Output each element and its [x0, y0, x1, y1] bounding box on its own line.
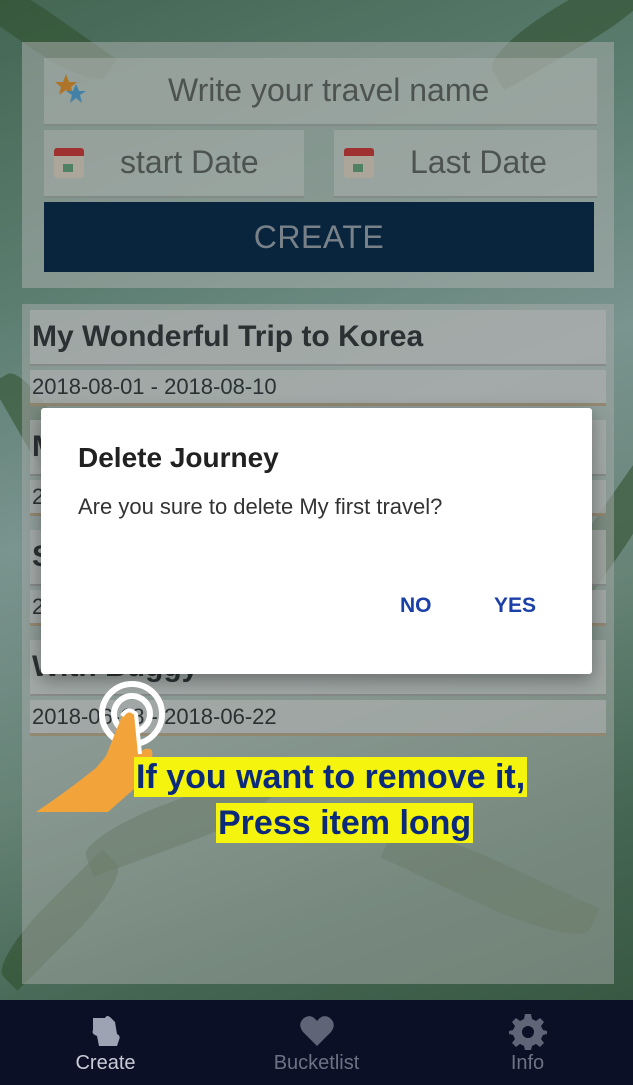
tap-hand-icon [36, 676, 176, 821]
dialog-message: Are you sure to delete My first travel? [78, 494, 443, 519]
tab-label: Bucketlist [273, 1052, 360, 1074]
dialog-title: Delete Journey [78, 442, 279, 473]
tab-label: Create [75, 1052, 136, 1074]
tutorial-tip-line2: Press item long [216, 803, 474, 843]
gear-icon [508, 1014, 547, 1050]
puzzle-icon [92, 1016, 120, 1046]
yes-button[interactable]: YES [494, 594, 536, 618]
bottom-navigation: Create Bucketlist Info [0, 1000, 633, 1085]
tab-create[interactable]: Create [0, 1000, 211, 1085]
tutorial-tip-line1: If you want to remove it, [134, 757, 528, 797]
no-button[interactable]: NO [400, 594, 432, 618]
delete-journey-dialog: Delete Journey Are you sure to delete My… [41, 408, 592, 674]
heart-icon [299, 1016, 334, 1046]
tab-info[interactable]: Info [422, 1000, 633, 1085]
tab-bucketlist[interactable]: Bucketlist [211, 1000, 422, 1085]
tab-label: Info [510, 1052, 545, 1074]
